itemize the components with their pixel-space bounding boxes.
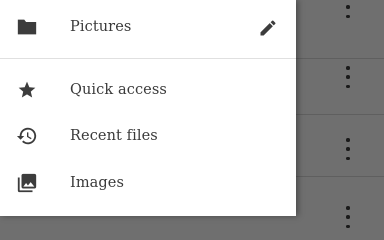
pencil-icon[interactable] [256,16,280,40]
list-divider [296,176,384,177]
more-vert-icon[interactable] [340,66,356,88]
star-icon [16,79,38,101]
background-list [296,0,384,216]
list-divider [296,58,384,59]
drawer-item-label: Images [70,175,125,191]
more-vert-icon[interactable] [340,206,356,228]
drawer-item-label: Quick access [70,82,167,98]
history-icon [16,125,38,147]
drawer-divider [0,58,296,59]
drawer-header-row: Pictures [0,7,296,47]
folder-icon [16,16,38,38]
drawer-item-recent-files[interactable]: Recent files [0,116,296,156]
navigation-drawer: Pictures Quick access Recent files Image… [0,0,296,216]
drawer-item-label: Recent files [70,128,158,144]
more-vert-icon[interactable] [340,0,356,18]
drawer-item-images[interactable]: Images [0,163,296,203]
image-icon [16,172,38,194]
more-vert-icon[interactable] [340,138,356,160]
folder-title: Pictures [70,19,132,35]
drawer-item-quick-access[interactable]: Quick access [0,70,296,110]
list-divider [296,114,384,115]
